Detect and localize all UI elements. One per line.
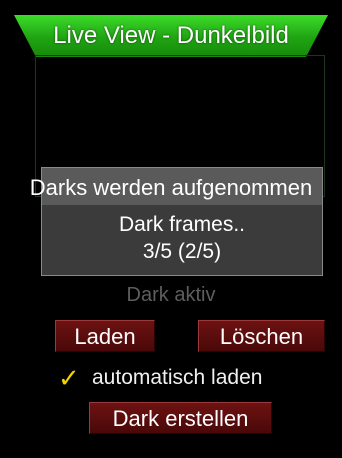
auto-load-label: automatisch laden <box>92 366 263 389</box>
dialog-progress-count: 3/5 (2/5) <box>142 240 222 263</box>
dialog-title: Darks werden aufgenommen <box>29 175 313 200</box>
checkmark-icon[interactable]: ✓ <box>58 364 82 392</box>
camera-screen: Live View - Dunkelbild Darks werden aufg… <box>0 0 342 458</box>
create-dark-button[interactable]: Dark erstellen <box>89 402 272 434</box>
delete-button[interactable]: Löschen <box>198 320 325 352</box>
load-button[interactable]: Laden <box>55 320 155 352</box>
page-title: Live View - Dunkelbild <box>53 22 289 49</box>
dialog-progress-label: Dark frames.. <box>118 213 246 236</box>
dark-status-text: Dark aktiv <box>126 284 216 306</box>
